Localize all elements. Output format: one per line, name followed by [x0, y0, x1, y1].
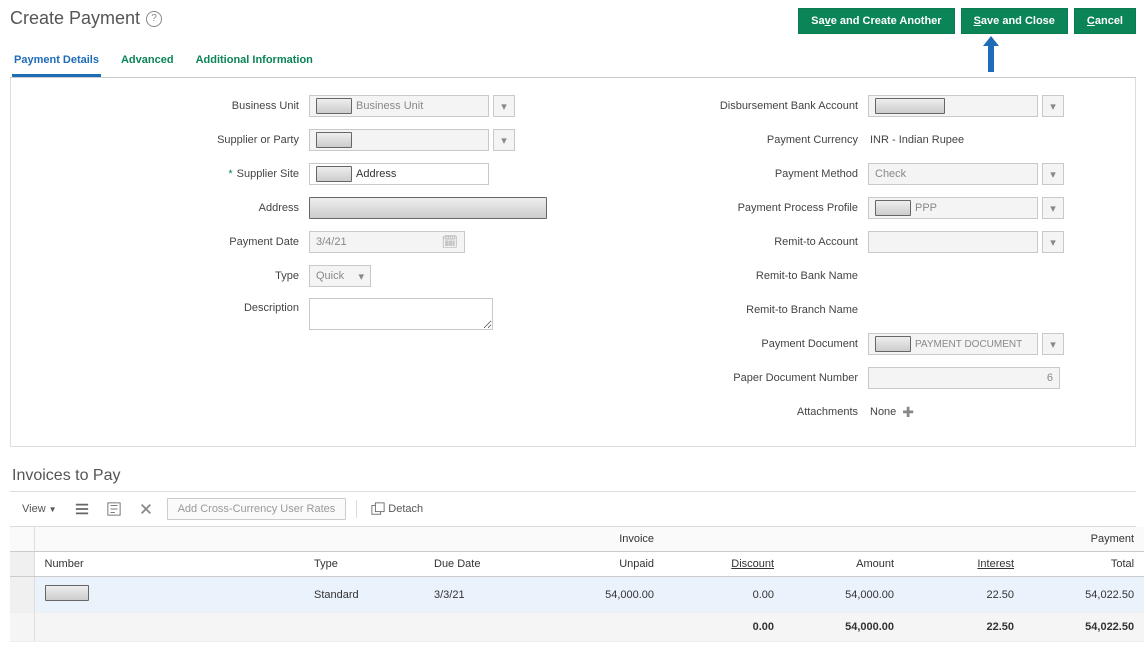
cell-interest: 22.50 [904, 577, 1024, 613]
paper-doc-num-label: Paper Document Number [588, 372, 868, 384]
paper-doc-num-input[interactable]: 6 [868, 367, 1060, 389]
payment-group-head: Payment [664, 527, 1144, 552]
format-icon[interactable] [71, 500, 93, 518]
total-amount: 54,000.00 [784, 613, 904, 642]
redacted-value [316, 166, 352, 182]
redacted-value [316, 98, 352, 114]
invoices-to-pay-title: Invoices to Pay [12, 467, 1136, 485]
add-cross-currency-rates-button[interactable]: Add Cross-Currency User Rates [167, 498, 347, 520]
total-discount: 0.00 [664, 613, 784, 642]
remit-branch-label: Remit-to Branch Name [588, 304, 868, 316]
payment-process-profile-dropdown-icon[interactable]: ▾ [1042, 197, 1064, 219]
business-unit-dropdown-icon[interactable]: ▾ [493, 95, 515, 117]
details-panel: Business Unit Business Unit ▾ Supplier o… [10, 78, 1136, 447]
cell-amount: 54,000.00 [784, 577, 904, 613]
invoices-table: Invoice Payment Number Type Due Date Unp… [10, 527, 1144, 642]
col-interest[interactable]: Interest [904, 552, 1024, 577]
cell-discount: 0.00 [664, 577, 784, 613]
total-total: 54,022.50 [1024, 613, 1144, 642]
payment-method-dropdown-icon[interactable]: ▾ [1042, 163, 1064, 185]
type-label: Type [29, 270, 309, 282]
remit-bank-label: Remit-to Bank Name [588, 270, 868, 282]
business-unit-input[interactable]: Business Unit [309, 95, 489, 117]
supplier-site-label: *Supplier Site [29, 168, 309, 180]
supplier-party-input[interactable] [309, 129, 489, 151]
cancel-button[interactable]: Cancel [1074, 8, 1136, 34]
disbursement-bank-input[interactable] [868, 95, 1038, 117]
chevron-down-icon: ▾ [358, 270, 364, 283]
edit-icon[interactable] [103, 500, 125, 518]
table-row[interactable]: Standard 3/3/21 54,000.00 0.00 54,000.00… [10, 577, 1144, 613]
supplier-site-input[interactable]: Address [309, 163, 489, 185]
delete-icon[interactable] [135, 500, 157, 518]
supplier-party-label: Supplier or Party [29, 134, 309, 146]
help-icon[interactable]: ? [146, 11, 162, 27]
invoice-group-head: Invoice [34, 527, 664, 552]
col-due-date[interactable]: Due Date [424, 552, 544, 577]
cell-number [34, 577, 304, 613]
payment-date-input[interactable]: 3/4/21 🗓 [309, 231, 465, 253]
save-and-close-button[interactable]: Save and Close [961, 8, 1068, 34]
invoices-toolbar: View ▼ Add Cross-Currency User Rates Det… [10, 491, 1136, 527]
total-interest: 22.50 [904, 613, 1024, 642]
detach-button[interactable]: Detach [367, 500, 427, 518]
tabs: Payment Details Advanced Additional Info… [10, 48, 1136, 78]
attachments-label: Attachments [588, 406, 868, 418]
redacted-value [875, 200, 911, 216]
type-select[interactable]: Quick ▾ [309, 265, 371, 287]
remit-account-dropdown-icon[interactable]: ▾ [1042, 231, 1064, 253]
cell-due: 3/3/21 [424, 577, 544, 613]
row-handle[interactable] [10, 577, 34, 613]
redacted-value [875, 336, 911, 352]
payment-process-profile-label: Payment Process Profile [588, 202, 868, 214]
address-label: Address [29, 202, 309, 214]
attachments-value: None [868, 406, 896, 418]
col-total[interactable]: Total [1024, 552, 1144, 577]
payment-currency-value: INR - Indian Rupee [868, 134, 964, 146]
disbursement-bank-dropdown-icon[interactable]: ▾ [1042, 95, 1064, 117]
col-discount[interactable]: Discount [664, 552, 784, 577]
cell-unpaid: 54,000.00 [544, 577, 664, 613]
cell-type: Standard [304, 577, 424, 613]
col-number[interactable]: Number [34, 552, 304, 577]
tab-payment-details[interactable]: Payment Details [12, 48, 101, 77]
remit-account-input[interactable] [868, 231, 1038, 253]
totals-row: 0.00 54,000.00 22.50 54,022.50 [10, 613, 1144, 642]
payment-date-label: Payment Date [29, 236, 309, 248]
payment-method-label: Payment Method [588, 168, 868, 180]
header-actions: Save and Create Another Save and Close C… [798, 8, 1136, 34]
annotation-arrow-icon [981, 36, 1001, 72]
supplier-party-dropdown-icon[interactable]: ▾ [493, 129, 515, 151]
redacted-value [316, 132, 352, 148]
payment-document-dropdown-icon[interactable]: ▾ [1042, 333, 1064, 355]
page-title: Create Payment ? [10, 8, 162, 29]
view-menu-button[interactable]: View ▼ [18, 501, 61, 517]
tab-advanced[interactable]: Advanced [119, 48, 176, 77]
tab-additional-information[interactable]: Additional Information [194, 48, 315, 77]
toolbar-sep [356, 500, 357, 518]
cell-total: 54,022.50 [1024, 577, 1144, 613]
payment-currency-label: Payment Currency [588, 134, 868, 146]
col-amount[interactable]: Amount [784, 552, 904, 577]
business-unit-label: Business Unit [29, 100, 309, 112]
payment-document-label: Payment Document [588, 338, 868, 350]
address-input[interactable] [309, 197, 547, 219]
redacted-value [875, 98, 945, 114]
payment-process-profile-input[interactable]: PPP [868, 197, 1038, 219]
save-and-create-another-button[interactable]: Save and Create Another [798, 8, 954, 34]
calendar-icon[interactable]: 🗓 [441, 234, 458, 250]
payment-document-input[interactable]: PAYMENT DOCUMENT [868, 333, 1038, 355]
page-title-text: Create Payment [10, 8, 140, 29]
description-input[interactable] [309, 298, 493, 330]
col-type[interactable]: Type [304, 552, 424, 577]
remit-account-label: Remit-to Account [588, 236, 868, 248]
col-unpaid[interactable]: Unpaid [544, 552, 664, 577]
disbursement-bank-label: Disbursement Bank Account [588, 100, 868, 112]
chevron-down-icon: ▼ [49, 505, 57, 514]
redacted-value [45, 585, 89, 601]
payment-method-input[interactable]: Check [868, 163, 1038, 185]
add-attachment-icon[interactable]: ✚ [902, 404, 914, 421]
description-label: Description [29, 298, 309, 314]
